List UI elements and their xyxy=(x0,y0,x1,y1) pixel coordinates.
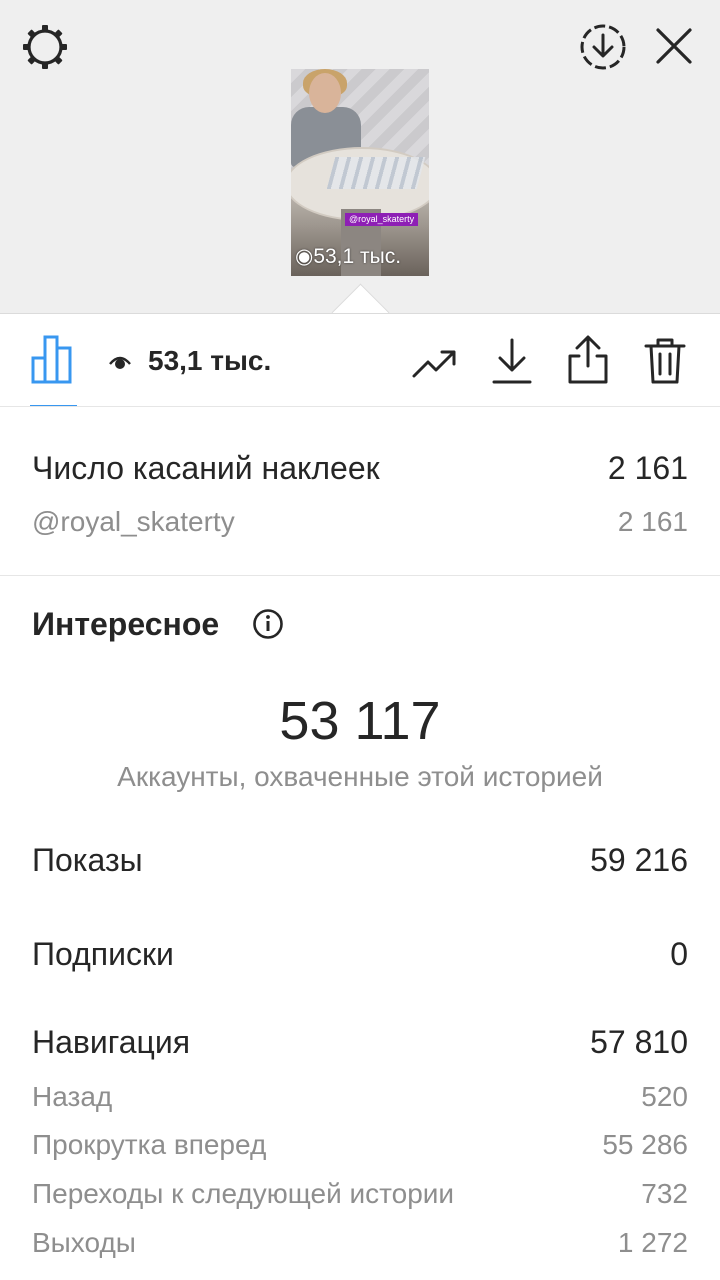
gear-icon[interactable] xyxy=(20,22,70,72)
nav-forward-value: 55 286 xyxy=(602,1129,688,1160)
nav-exits-label: Выходы xyxy=(32,1227,136,1258)
nav-exits-value: 1 272 xyxy=(617,1227,688,1258)
follows-value: 0 xyxy=(670,936,688,972)
download-icon[interactable] xyxy=(490,336,534,386)
navigation-label: Навигация xyxy=(32,1024,191,1060)
eye-icon xyxy=(109,356,131,369)
sticker-taps-label: Число касаний наклеек xyxy=(32,450,380,486)
thumbnail-views: ◉53,1 тыс. xyxy=(295,245,402,268)
story-thumbnail[interactable]: @royal_skaterty ◉53,1 тыс. xyxy=(291,69,429,276)
mention-sticker: @royal_skaterty xyxy=(345,213,419,226)
navigation-value: 57 810 xyxy=(590,1024,688,1060)
nav-back-label: Назад xyxy=(32,1081,113,1112)
info-icon[interactable] xyxy=(252,608,284,640)
bar-chart-icon[interactable] xyxy=(30,334,76,384)
impressions-label: Показы xyxy=(32,842,143,878)
nav-forward-label: Прокрутка вперед xyxy=(32,1129,267,1160)
sticker-item-value: 2 161 xyxy=(617,506,688,537)
nav-next-story-value: 732 xyxy=(641,1178,688,1209)
share-icon[interactable] xyxy=(565,334,611,386)
sticker-taps-value: 2 161 xyxy=(607,450,688,486)
nav-next-story-label: Переходы к следующей истории xyxy=(32,1178,455,1209)
follows-label: Подписки xyxy=(32,936,174,972)
section-title-discovery: Интересное xyxy=(32,606,220,642)
reach-value: 53 117 xyxy=(279,691,441,751)
sticker-item-label: @royal_skaterty xyxy=(32,506,235,537)
download-circle-icon[interactable] xyxy=(578,22,628,72)
eye-icon: ◉ xyxy=(295,245,314,268)
impressions-value: 59 216 xyxy=(590,842,688,878)
views-count: 53,1 тыс. xyxy=(148,345,272,376)
trend-up-icon[interactable] xyxy=(410,340,460,384)
close-icon[interactable] xyxy=(652,24,696,68)
nav-back-value: 520 xyxy=(641,1081,688,1112)
trash-icon[interactable] xyxy=(642,336,688,386)
reach-caption: Аккаунты, охваченные этой историей xyxy=(117,761,603,792)
